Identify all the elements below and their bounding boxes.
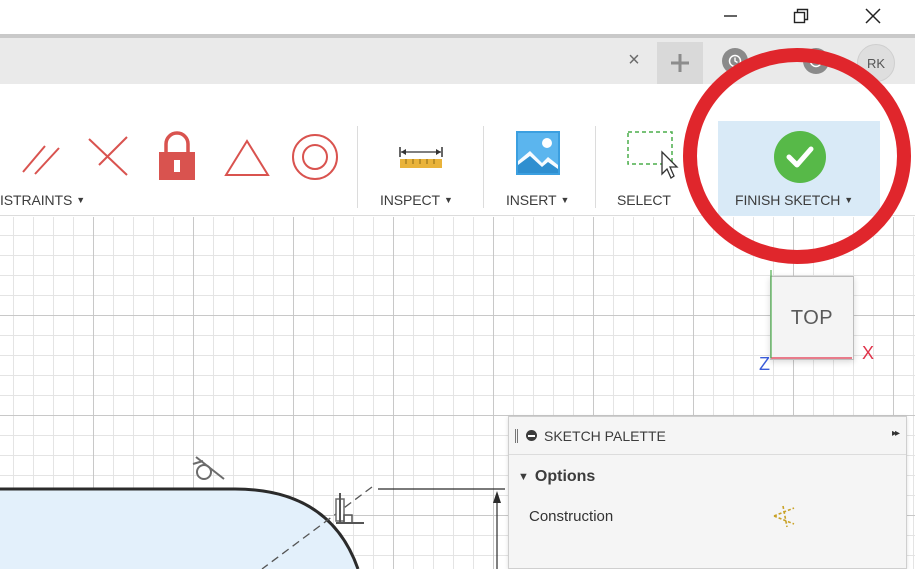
expand-icon[interactable]: ▸▸ bbox=[892, 428, 900, 439]
triangle-icon bbox=[224, 139, 270, 176]
help-icon bbox=[809, 54, 823, 68]
inspect-label: INSPECT bbox=[380, 192, 440, 208]
construction-label: Construction bbox=[529, 507, 614, 525]
tab-close-button[interactable]: × bbox=[622, 48, 646, 72]
tangent-constraint-icon[interactable] bbox=[192, 456, 225, 480]
drag-handle-icon[interactable] bbox=[515, 428, 518, 443]
toolbar-divider bbox=[595, 126, 596, 208]
x-axis-label: X bbox=[862, 343, 875, 363]
toolbar-divider bbox=[357, 126, 358, 208]
constraints-label: ISTRAINTS bbox=[0, 192, 73, 208]
sketch-profile-region bbox=[0, 489, 358, 569]
concentric-constraint-tool[interactable] bbox=[289, 132, 341, 182]
clock-icon bbox=[728, 54, 742, 68]
sketch-palette: SKETCH PALETTE ▸▸ ▼ Options Construction bbox=[508, 416, 907, 569]
equal-constraint-tool[interactable] bbox=[222, 136, 272, 180]
image-icon bbox=[516, 131, 560, 175]
select-tool[interactable] bbox=[624, 128, 680, 184]
plus-icon bbox=[671, 54, 689, 72]
palette-title: SKETCH PALETTE bbox=[544, 427, 666, 444]
help-icon-button[interactable] bbox=[803, 48, 829, 74]
fix-constraint-tool[interactable] bbox=[154, 130, 200, 182]
inspect-menu[interactable]: INSPECT ▼ bbox=[380, 192, 453, 208]
collapse-icon[interactable] bbox=[526, 430, 537, 441]
parallel-constraint-tool[interactable] bbox=[18, 136, 66, 180]
view-cube-axes bbox=[770, 270, 852, 359]
finish-sketch-menu[interactable]: FINISH SKETCH ▼ bbox=[735, 192, 853, 208]
options-section-title: Options bbox=[534, 468, 596, 485]
perpendicular-constraint-icon[interactable] bbox=[335, 493, 364, 524]
lock-icon bbox=[159, 131, 195, 180]
finish-sketch-label: FINISH SKETCH bbox=[735, 192, 841, 208]
insert-image-tool[interactable] bbox=[513, 128, 563, 178]
inspect-caret-icon: ▼ bbox=[443, 195, 453, 205]
constraints-menu[interactable]: ISTRAINTS ▼ bbox=[0, 192, 85, 208]
dimension-arrow bbox=[493, 491, 501, 503]
perpendicular-icon bbox=[88, 136, 128, 176]
minimize-icon bbox=[724, 15, 737, 17]
toolbar-divider bbox=[483, 126, 484, 208]
checkmark-icon bbox=[786, 146, 814, 168]
finish-sketch-check-icon[interactable] bbox=[774, 131, 826, 183]
perpendicular-constraint-tool[interactable] bbox=[84, 132, 134, 180]
construction-icon[interactable] bbox=[771, 503, 797, 529]
z-axis-label: Z bbox=[759, 354, 770, 374]
measure-tool[interactable] bbox=[395, 140, 447, 172]
restore-icon bbox=[793, 8, 809, 24]
palette-header[interactable]: SKETCH PALETTE ▸▸ bbox=[509, 417, 906, 455]
restore-button[interactable] bbox=[779, 0, 823, 32]
parallel-icon bbox=[22, 145, 60, 175]
minimize-button[interactable] bbox=[708, 0, 752, 32]
concentric-icon bbox=[292, 134, 338, 180]
insert-menu[interactable]: INSERT ▼ bbox=[506, 192, 569, 208]
window-title-bar bbox=[0, 0, 915, 34]
palette-row-construction: Construction bbox=[509, 499, 906, 533]
insert-label: INSERT bbox=[506, 192, 557, 208]
job-status-icon[interactable] bbox=[722, 48, 748, 74]
select-label: SELECT bbox=[617, 192, 671, 208]
document-tab-strip: × RK bbox=[0, 34, 915, 84]
window-select-icon bbox=[627, 131, 679, 179]
options-section-header[interactable]: ▼ Options bbox=[509, 455, 906, 499]
user-avatar[interactable]: RK bbox=[857, 44, 895, 82]
constraints-caret-icon: ▼ bbox=[76, 195, 86, 205]
section-toggle-icon: ▼ bbox=[518, 471, 529, 483]
select-menu[interactable]: SELECT bbox=[617, 192, 671, 208]
new-tab-button[interactable] bbox=[657, 42, 703, 84]
insert-caret-icon: ▼ bbox=[560, 195, 570, 205]
ruler-icon bbox=[399, 147, 443, 168]
finish-sketch-caret-icon: ▼ bbox=[844, 195, 854, 205]
close-icon bbox=[865, 8, 881, 24]
close-window-button[interactable] bbox=[851, 0, 895, 32]
